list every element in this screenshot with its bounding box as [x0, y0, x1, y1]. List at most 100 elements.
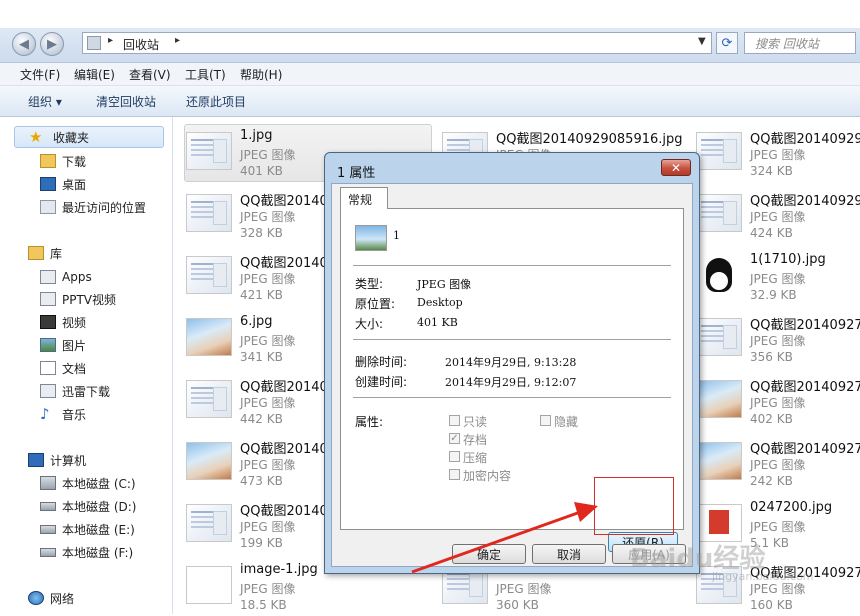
file-item[interactable]: QQ截图2014092908 JPEG 图像 324 KB [694, 124, 860, 182]
menu-help[interactable]: 帮助(H) [240, 66, 282, 83]
file-size: 328 KB [240, 226, 283, 240]
restore-item-button[interactable]: 还原此项目 [186, 93, 246, 110]
tab-general[interactable]: 常规 [340, 187, 388, 209]
back-arrow-icon: ◀ [19, 36, 29, 52]
annotation-highlight-box [594, 477, 674, 535]
file-size: 324 KB [750, 164, 793, 178]
chevron-right-icon[interactable]: ▸ [175, 35, 180, 46]
file-size: 18.5 KB [240, 598, 287, 612]
menu-file[interactable]: 文件(F) [20, 66, 60, 83]
watermark-url: jingyan.baidu.com [712, 570, 814, 583]
nav-favorites[interactable]: ★ 收藏夹 [14, 126, 164, 148]
compress-label: 压缩 [463, 451, 488, 465]
nav-documents[interactable]: 文档 [40, 358, 86, 378]
download-folder-icon [40, 154, 56, 168]
chevron-down-icon[interactable]: ▼ [698, 36, 706, 47]
address-bar: ◀ ▶ ▸ 回收站 ▸ ▼ ⟳ 搜索 回收站 [0, 28, 860, 63]
file-thumbnail [696, 380, 742, 418]
nav-drive-f[interactable]: 本地磁盘 (F:) [40, 542, 133, 562]
nav-libraries[interactable]: 库 [28, 243, 62, 263]
file-type: JPEG 图像 [750, 210, 806, 224]
ok-button[interactable]: 确定 [452, 544, 526, 564]
nav-drive-c[interactable]: 本地磁盘 (C:) [40, 473, 136, 493]
empty-recycle-bin-button[interactable]: 清空回收站 [96, 93, 156, 110]
film-icon [40, 315, 56, 329]
forward-button[interactable]: ▶ [40, 32, 64, 56]
file-item[interactable]: 1(1710).jpg JPEG 图像 32.9 KB [694, 248, 860, 306]
file-name: QQ截图2014092908 [750, 132, 860, 147]
desktop-icon [40, 177, 56, 191]
file-size: 32.9 KB [750, 288, 797, 302]
nav-thunder-downloads[interactable]: 迅雷下载 [40, 381, 110, 401]
cancel-button[interactable]: 取消 [532, 544, 606, 564]
compress-checkbox[interactable] [449, 451, 460, 462]
address-path[interactable]: 回收站 [123, 36, 159, 53]
menu-edit[interactable]: 编辑(E) [74, 66, 115, 83]
encrypt-checkbox[interactable] [449, 469, 460, 480]
menu-tools[interactable]: 工具(T) [185, 66, 226, 83]
file-size: 401 KB [240, 164, 283, 178]
recent-places-icon [40, 200, 56, 214]
image-file-icon [355, 225, 387, 251]
file-size: 424 KB [750, 226, 793, 240]
chevron-right-icon[interactable]: ▸ [108, 35, 113, 46]
address-field[interactable]: ▸ 回收站 ▸ ▼ [82, 32, 712, 54]
nav-music[interactable]: ♪ 音乐 [40, 404, 86, 424]
file-thumbnail [186, 256, 232, 294]
back-button[interactable]: ◀ [12, 32, 36, 56]
hidden-checkbox[interactable] [540, 415, 551, 426]
file-type: JPEG 图像 [750, 458, 806, 472]
file-type: JPEG 图像 [750, 396, 806, 410]
nav-apps[interactable]: Apps [40, 267, 92, 287]
file-type: JPEG 图像 [750, 272, 806, 286]
nav-drive-e[interactable]: 本地磁盘 (E:) [40, 519, 135, 539]
file-name: QQ截图2014092715 [750, 318, 860, 333]
thunder-library-icon [40, 384, 56, 398]
nav-computer[interactable]: 计算机 [28, 450, 86, 470]
dialog-title: 1 属性 [337, 166, 376, 181]
search-input[interactable]: 搜索 回收站 [744, 32, 856, 54]
nav-videos[interactable]: 视频 [40, 312, 86, 332]
file-item[interactable]: QQ截图2014092715 JPEG 图像 242 KB [694, 434, 860, 492]
nav-pptv[interactable]: PPTV视频 [40, 289, 116, 309]
file-item[interactable]: QQ截图2014092909 JPEG 图像 424 KB [694, 186, 860, 244]
hidden-label: 隐藏 [554, 415, 579, 429]
file-type: JPEG 图像 [240, 458, 296, 472]
file-thumbnail [186, 380, 232, 418]
computer-icon [28, 453, 44, 467]
file-size: 242 KB [750, 474, 793, 488]
file-name: 6.jpg [240, 314, 273, 329]
close-button[interactable]: ✕ [661, 159, 691, 176]
file-type: JPEG 图像 [240, 582, 296, 596]
forward-arrow-icon: ▶ [47, 36, 57, 52]
pptv-library-icon [40, 292, 56, 306]
archive-label: 存档 [463, 433, 488, 447]
file-size: 341 KB [240, 350, 283, 364]
archive-checkbox[interactable]: ✓ [449, 433, 460, 444]
file-thumbnail [696, 256, 742, 294]
location-label: 原位置: [355, 297, 396, 311]
location-value: Desktop [417, 296, 463, 309]
file-item[interactable]: QQ截图2014092715 JPEG 图像 356 KB [694, 310, 860, 368]
nav-downloads[interactable]: 下载 [40, 151, 86, 171]
file-thumbnail [186, 132, 232, 170]
hard-drive-icon [40, 547, 56, 557]
readonly-checkbox[interactable] [449, 415, 460, 426]
nav-network[interactable]: 网络 [28, 588, 74, 608]
file-item[interactable]: QQ截图2014092715 JPEG 图像 402 KB [694, 372, 860, 430]
file-name: QQ截图20140929085916.jpg [496, 132, 683, 147]
nav-desktop[interactable]: 桌面 [40, 174, 86, 194]
menu-view[interactable]: 查看(V) [129, 66, 171, 83]
file-size: 160 KB [750, 598, 793, 612]
nav-recent-places[interactable]: 最近访问的位置 [40, 197, 146, 217]
deleted-time-label: 删除时间: [355, 355, 408, 369]
file-type: JPEG 图像 [240, 520, 296, 534]
hard-drive-icon [40, 524, 56, 534]
organize-button[interactable]: 组织 ▾ [28, 93, 62, 110]
library-folder-icon [28, 246, 44, 260]
nav-pictures[interactable]: 图片 [40, 335, 86, 355]
refresh-button[interactable]: ⟳ [716, 32, 738, 54]
document-icon [40, 361, 56, 375]
nav-drive-d[interactable]: 本地磁盘 (D:) [40, 496, 136, 516]
file-size: 199 KB [240, 536, 283, 550]
